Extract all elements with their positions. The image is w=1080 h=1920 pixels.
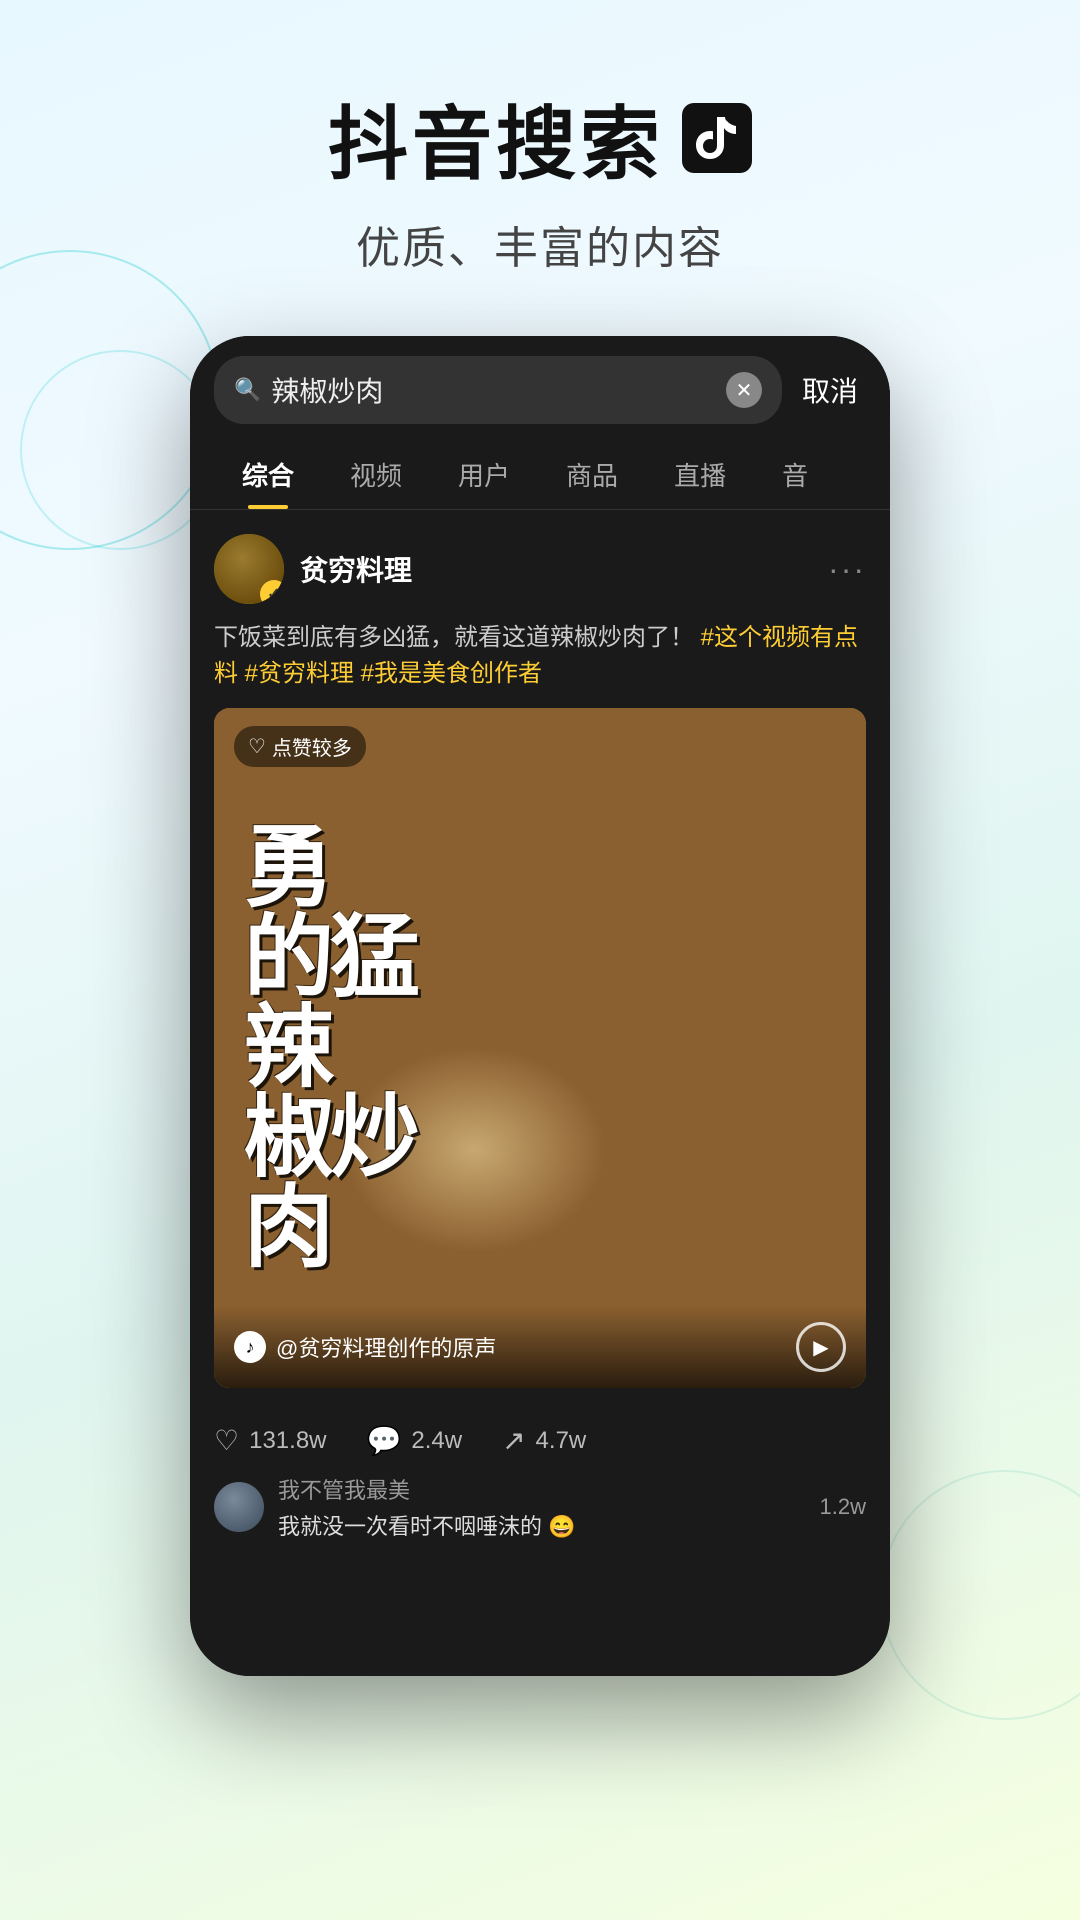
search-query-text: 辣椒炒肉 <box>271 370 716 410</box>
video-char-3: 辣 <box>244 1003 330 1093</box>
commenter-avatar <box>214 1482 264 1532</box>
tab-用户[interactable]: 用户 <box>430 440 538 509</box>
likes-stat[interactable]: ♡ 131.8w <box>214 1424 327 1457</box>
tiktok-logo-icon <box>682 103 752 173</box>
commenter-name: 我不管我最美 <box>278 1473 806 1505</box>
shares-stat[interactable]: ↗ 4.7w <box>502 1424 586 1457</box>
tab-商品[interactable]: 商品 <box>538 440 646 509</box>
user-row: ✓ 贫穷料理 ··· <box>214 534 866 604</box>
tab-视频[interactable]: 视频 <box>322 440 430 509</box>
cancel-button[interactable]: 取消 <box>794 370 866 410</box>
tab-综合[interactable]: 综合 <box>214 440 322 509</box>
video-char-4: 椒炒 <box>244 1093 416 1183</box>
search-clear-button[interactable]: ✕ <box>726 372 762 408</box>
phone-wrapper: 🔍 辣椒炒肉 ✕ 取消 综合 视频 用户 商品 <box>0 336 1080 1676</box>
comment-content: 我不管我最美 我就没一次看时不咽唾沫的 😄 <box>278 1473 806 1541</box>
video-thumbnail[interactable]: ♡ 点赞较多 勇 的猛 辣 椒炒 肉 ♪ @贫穷料理创作的原声 <box>214 708 866 1388</box>
share-icon: ↗ <box>502 1424 525 1457</box>
comment-body: 我就没一次看时不咽唾沫的 😄 <box>278 1509 806 1541</box>
main-title-text: 抖音搜索 <box>328 80 664 196</box>
tabs-bar: 综合 视频 用户 商品 直播 音 <box>190 440 890 510</box>
content-area: ✓ 贫穷料理 ··· 下饭菜到底有多凶猛，就看这道辣椒炒肉了！ #这个视频有点料… <box>190 510 890 1404</box>
play-button[interactable]: ▶ <box>796 1322 846 1372</box>
stats-row: ♡ 131.8w 💬 2.4w ↗ 4.7w <box>190 1404 890 1457</box>
phone-screen: 🔍 辣椒炒肉 ✕ 取消 综合 视频 用户 商品 <box>190 336 890 1676</box>
user-avatar[interactable]: ✓ <box>214 534 284 604</box>
header-section: 抖音搜索 优质、丰富的内容 <box>0 0 1080 316</box>
search-bar: 🔍 辣椒炒肉 ✕ 取消 <box>190 336 890 440</box>
heart-icon: ♡ <box>214 1424 239 1457</box>
post-text-normal: 下饭菜到底有多凶猛，就看这道辣椒炒肉了！ <box>214 624 694 651</box>
comment-icon: 💬 <box>367 1424 402 1457</box>
comment-preview: 我不管我最美 我就没一次看时不咽唾沫的 😄 1.2w <box>190 1457 890 1557</box>
more-options-icon[interactable]: ··· <box>828 551 866 588</box>
video-bottom-bar: ♪ @贫穷料理创作的原声 ▶ <box>214 1306 866 1388</box>
search-icon: 🔍 <box>234 377 261 403</box>
tab-音[interactable]: 音 <box>754 440 836 509</box>
video-text-overlay: 勇 的猛 辣 椒炒 肉 <box>214 708 866 1388</box>
comments-count: 2.4w <box>411 1427 462 1455</box>
comments-stat[interactable]: 💬 2.4w <box>367 1424 463 1457</box>
main-title-wrapper: 抖音搜索 <box>0 80 1080 196</box>
shares-count: 4.7w <box>536 1427 587 1455</box>
comment-count: 1.2w <box>820 1494 866 1520</box>
likes-count: 131.8w <box>249 1427 326 1455</box>
subtitle-text: 优质、丰富的内容 <box>0 212 1080 276</box>
phone-mockup: 🔍 辣椒炒肉 ✕ 取消 综合 视频 用户 商品 <box>190 336 890 1676</box>
search-input-wrap[interactable]: 🔍 辣椒炒肉 ✕ <box>214 356 782 424</box>
post-text: 下饭菜到底有多凶猛，就看这道辣椒炒肉了！ #这个视频有点料 #贫穷料理 #我是美… <box>214 620 866 692</box>
username[interactable]: 贫穷料理 <box>300 549 412 589</box>
video-char-1: 勇 <box>244 823 330 913</box>
sound-credit: @贫穷料理创作的原声 <box>276 1331 786 1363</box>
tab-直播[interactable]: 直播 <box>646 440 754 509</box>
video-char-2: 的猛 <box>244 913 416 1003</box>
video-char-5: 肉 <box>244 1183 330 1273</box>
verified-badge: ✓ <box>260 580 284 604</box>
tiktok-note-icon: ♪ <box>234 1331 266 1363</box>
